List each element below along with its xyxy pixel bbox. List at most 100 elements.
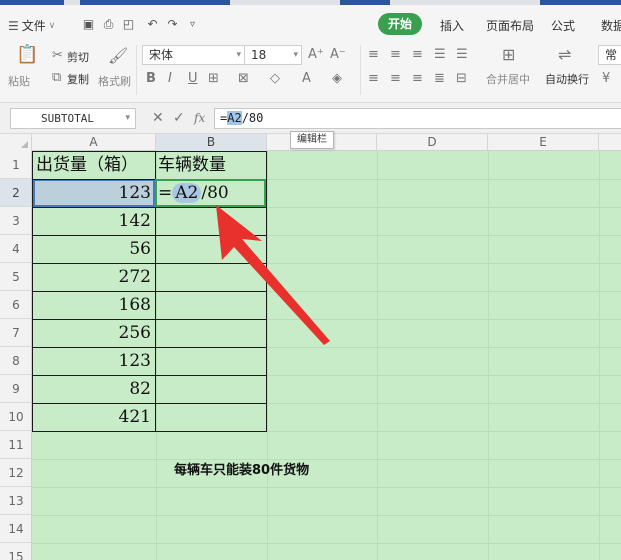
paste-button-label[interactable]: 粘贴 xyxy=(8,73,30,89)
row-header[interactable]: 10 xyxy=(0,403,31,431)
formula-input[interactable]: =A2/80 xyxy=(214,108,621,129)
row-header[interactable]: 1 xyxy=(0,151,31,179)
chevron-down-icon: ▾ xyxy=(293,50,298,60)
cell-style-icon[interactable]: ⊠ xyxy=(238,71,249,87)
distributed-icon[interactable]: ⊟ xyxy=(456,71,467,87)
row-header[interactable]: 2 xyxy=(0,179,31,207)
redo-icon[interactable]: ↷ xyxy=(166,18,179,31)
gridline xyxy=(32,543,621,544)
cut-button[interactable]: 剪切 xyxy=(67,49,89,65)
cell-a3[interactable]: 142 xyxy=(32,207,155,235)
cell-a9[interactable]: 82 xyxy=(32,375,155,403)
justify-icon[interactable]: ≣ xyxy=(434,71,445,87)
cell-a8[interactable]: 123 xyxy=(32,347,155,375)
customize-quick-access-icon[interactable]: ▿ xyxy=(186,18,199,31)
row-header[interactable]: 3 xyxy=(0,207,31,235)
fill-color-icon[interactable]: ◇ xyxy=(270,71,280,87)
formula-suffix: /80 xyxy=(241,111,264,125)
tab-insert[interactable]: 插入 xyxy=(440,17,464,34)
row-header[interactable]: 6 xyxy=(0,291,31,319)
italic-icon[interactable]: I xyxy=(168,71,172,87)
column-header-e[interactable]: E xyxy=(488,134,599,151)
cancel-icon[interactable]: ✕ xyxy=(152,110,164,126)
number-format-select[interactable]: 常 xyxy=(598,45,621,65)
increase-font-size-icon[interactable]: A⁺ xyxy=(308,47,324,63)
indent-icon[interactable]: ☰ xyxy=(434,47,446,63)
borders-icon[interactable]: ⊞ xyxy=(208,71,219,87)
clear-format-icon[interactable]: ◈ xyxy=(332,71,342,87)
font-color-icon[interactable]: A xyxy=(302,71,311,87)
cell-a7[interactable]: 256 xyxy=(32,319,155,347)
row-header[interactable]: 5 xyxy=(0,263,31,291)
insert-function-button[interactable]: fx xyxy=(194,110,205,126)
row-header[interactable]: 15 xyxy=(0,543,31,560)
tab-home[interactable]: 开始 xyxy=(378,13,422,35)
format-painter-button[interactable]: 格式刷 xyxy=(98,73,131,89)
align-center-icon[interactable]: ≡ xyxy=(390,71,401,87)
cell-a10[interactable]: 421 xyxy=(32,403,155,431)
row-header[interactable]: 13 xyxy=(0,487,31,515)
merge-center-icon: ⊞ xyxy=(502,45,516,64)
cell-a1-header[interactable]: 出货量（箱） xyxy=(36,151,154,179)
wrap-text-button[interactable]: 自动换行 xyxy=(545,71,589,87)
font-name-select[interactable]: 宋体 ▾ xyxy=(142,45,245,65)
hamburger-icon: ☰ xyxy=(8,18,19,33)
tab-data[interactable]: 数据 xyxy=(601,17,621,34)
name-box-value: SUBTOTAL xyxy=(41,112,94,125)
row-header[interactable]: 7 xyxy=(0,319,31,347)
cell-b2-formula[interactable]: = A2/80 xyxy=(158,179,264,207)
gridline xyxy=(156,151,157,560)
print-preview-icon[interactable]: ◰ xyxy=(122,18,135,31)
chevron-down-icon: ▾ xyxy=(125,113,130,123)
cell-a6[interactable]: 168 xyxy=(32,291,155,319)
decrease-font-size-icon[interactable]: A⁻ xyxy=(330,47,346,63)
cell-a2[interactable]: 123 xyxy=(32,179,155,207)
row-header[interactable]: 12 xyxy=(0,459,31,487)
font-size-select[interactable]: 18 ▾ xyxy=(244,45,302,65)
select-all-button[interactable] xyxy=(0,134,32,151)
gridline xyxy=(32,459,621,460)
currency-icon[interactable]: ¥ xyxy=(602,71,610,87)
file-menu[interactable]: ☰ 文件 ∨ xyxy=(8,17,55,34)
gridline xyxy=(488,151,489,560)
align-right-icon[interactable]: ≡ xyxy=(412,71,423,87)
save-icon[interactable]: ▣ xyxy=(82,18,95,31)
align-left-icon[interactable]: ≡ xyxy=(368,71,379,87)
align-top-icon[interactable]: ≡ xyxy=(368,47,379,63)
row-header[interactable]: 11 xyxy=(0,431,31,459)
worksheet-grid[interactable]: 出货量（箱） 车辆数量 123 142 56 272 168 256 123 8… xyxy=(32,151,621,560)
print-icon[interactable]: ⎙ xyxy=(102,18,115,31)
column-header-d[interactable]: D xyxy=(377,134,488,151)
ribbon-divider xyxy=(136,45,137,95)
undo-icon[interactable]: ↶ xyxy=(146,18,159,31)
confirm-icon[interactable]: ✓ xyxy=(173,110,185,126)
chevron-down-icon: ∨ xyxy=(48,20,56,31)
merge-center-button[interactable]: 合并居中 xyxy=(486,71,530,87)
paste-icon[interactable]: 📋 xyxy=(16,46,38,64)
cell-a5[interactable]: 272 xyxy=(32,263,155,291)
row-header[interactable]: 8 xyxy=(0,347,31,375)
row-header[interactable]: 4 xyxy=(0,235,31,263)
row-header[interactable]: 14 xyxy=(0,515,31,543)
chevron-down-icon: ▾ xyxy=(236,50,241,60)
format-painter-icon: 🖌 xyxy=(108,46,129,65)
column-header-f[interactable] xyxy=(599,134,621,151)
underline-icon[interactable]: U xyxy=(188,71,198,87)
tab-page-layout[interactable]: 页面布局 xyxy=(486,17,534,34)
cell-b1-header[interactable]: 车辆数量 xyxy=(158,151,266,179)
align-middle-icon[interactable]: ≡ xyxy=(390,47,401,63)
scissors-icon: ✂ xyxy=(52,48,63,63)
formula-bar: SUBTOTAL ▾ ✕ ✓ fx =A2/80 xyxy=(0,103,621,134)
copy-button[interactable]: 复制 xyxy=(67,71,89,87)
tab-formulas[interactable]: 公式 xyxy=(551,17,575,34)
align-bottom-icon[interactable]: ≡ xyxy=(412,47,423,63)
row-header[interactable]: 9 xyxy=(0,375,31,403)
cell-a4[interactable]: 56 xyxy=(32,235,155,263)
outdent-icon[interactable]: ☰ xyxy=(456,47,468,63)
column-header-b[interactable]: B xyxy=(156,134,267,151)
name-box[interactable]: SUBTOTAL ▾ xyxy=(10,108,136,129)
wrap-text-icon: ⇌ xyxy=(558,45,572,64)
column-header-a[interactable]: A xyxy=(32,134,156,151)
arrow-shape xyxy=(216,205,330,345)
bold-icon[interactable]: B xyxy=(146,71,156,87)
